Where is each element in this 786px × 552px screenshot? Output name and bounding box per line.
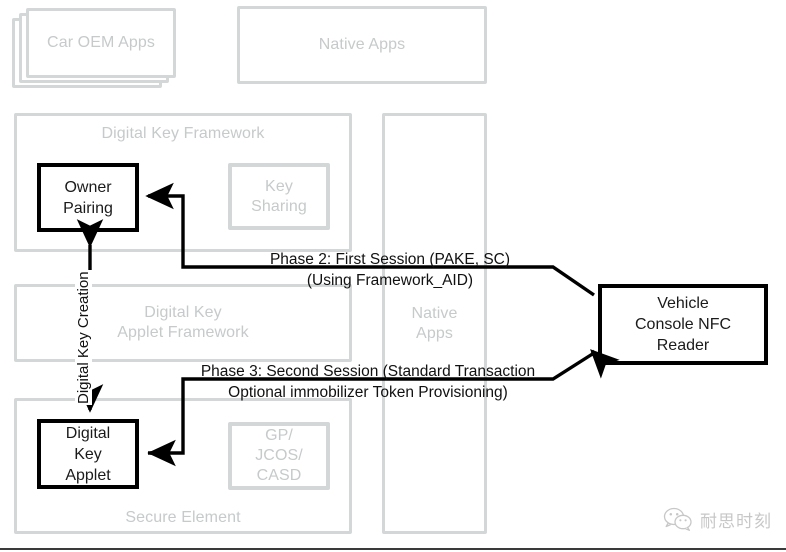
vehicle-console-nfc-reader-box: Vehicle Console NFC Reader	[598, 284, 768, 365]
native-apps-top-label: Native Apps	[318, 36, 406, 53]
car-oem-apps-stack-layer-front: Car OEM Apps	[26, 8, 176, 78]
bottom-rule	[0, 548, 786, 550]
owner-pairing-label: Owner Pairing	[63, 178, 113, 217]
watermark-text: 耐思时刻	[700, 512, 772, 532]
wechat-icon	[663, 507, 692, 531]
phase2-label-line2: (Using Framework_AID)	[306, 272, 474, 289]
digital-key-applet-label: Digital Key Applet	[65, 424, 111, 484]
phase3-label-line1: Phase 3: Second Session (Standard Transa…	[200, 363, 536, 380]
native-apps-column-box: Native Apps	[382, 113, 487, 534]
native-apps-column-label: Native Apps	[411, 304, 458, 342]
watermark: 耐思时刻	[663, 507, 772, 532]
digital-key-framework-label: Digital Key Framework	[101, 125, 265, 142]
phase2-label-line1: Phase 2: First Session (PAKE, SC)	[269, 251, 511, 268]
native-apps-top-box: Native Apps	[237, 6, 487, 84]
digital-key-creation-label: Digital Key Creation	[75, 270, 92, 405]
key-sharing-label: Key Sharing	[251, 177, 307, 215]
diagram-canvas: Car OEM Apps Native Apps Native Apps Dig…	[0, 0, 786, 552]
gp-jcos-casd-label: GP/ JCOS/ CASD	[255, 427, 303, 484]
owner-pairing-box: Owner Pairing	[37, 163, 139, 232]
secure-element-label: Secure Element	[125, 509, 241, 526]
phase3-label-line2: Optional immobilizer Token Provisioning)	[228, 384, 508, 401]
digital-key-applet-framework-label: Digital Key Applet Framework	[117, 304, 249, 341]
car-oem-apps-label: Car OEM Apps	[47, 34, 155, 51]
phase3-arrowhead-into-vehicle	[590, 349, 620, 379]
gp-jcos-casd-box: GP/ JCOS/ CASD	[228, 422, 330, 490]
vehicle-console-nfc-reader-label: Vehicle Console NFC Reader	[634, 295, 732, 354]
digital-key-applet-box: Digital Key Applet	[37, 419, 139, 489]
key-sharing-box: Key Sharing	[228, 163, 330, 230]
